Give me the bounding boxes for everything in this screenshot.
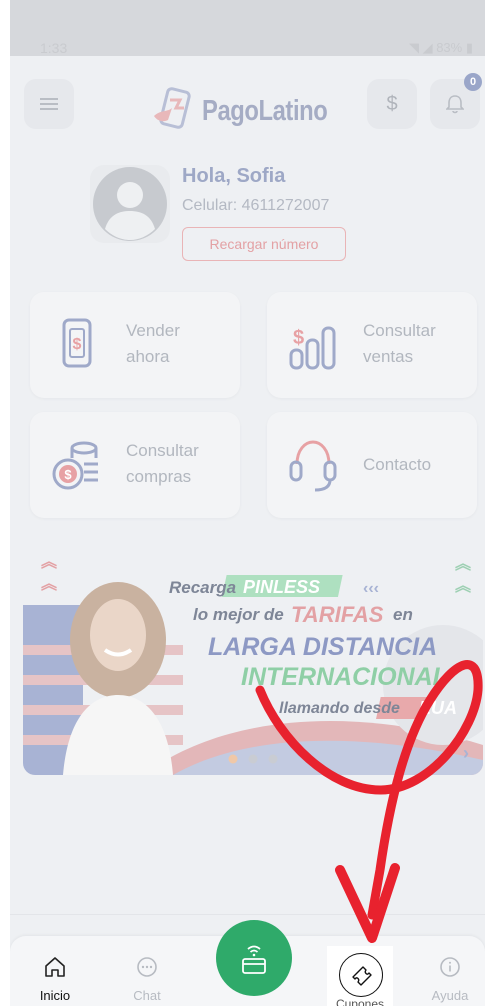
coupon-icon-circle[interactable]: [339, 953, 383, 997]
banner-text-en: en: [393, 605, 413, 624]
svg-text:$: $: [64, 467, 72, 482]
info-icon: [440, 957, 460, 977]
status-icons: ◥ ◢ 83% ▮: [408, 40, 473, 55]
notifications-button[interactable]: 0: [430, 73, 482, 129]
svg-text:‹‹‹: ‹‹‹: [363, 580, 379, 597]
banner-text-mejor: lo mejor de: [193, 605, 284, 624]
nav-chat-label: Chat: [133, 988, 161, 1003]
carousel-dots: [228, 754, 278, 764]
nav-chat[interactable]: Chat: [112, 956, 182, 1003]
brand-name: PagoLatino: [202, 94, 328, 127]
carousel-dot[interactable]: [228, 754, 238, 764]
avatar: [90, 165, 170, 243]
brand-mark-icon: [154, 87, 191, 129]
nav-help[interactable]: Ayuda: [415, 956, 485, 1003]
svg-text:︽: ︽: [41, 554, 57, 571]
sell-now-card[interactable]: $ Vender ahora: [30, 292, 240, 398]
sales-chart-icon: $: [289, 326, 336, 370]
svg-text:︽: ︽: [455, 556, 471, 573]
banner-text-llamando: llamando desde: [279, 700, 400, 717]
app-bar: PagoLatino $ 0: [10, 56, 485, 156]
promo-banner-graphic: ︽ ︽ ︽ ︽ Recarga PINLESS ‹‹‹ lo mejor de …: [23, 545, 483, 775]
banner-text-larga-distancia: LARGA DISTANCIA: [208, 633, 437, 661]
nav-help-label: Ayuda: [431, 988, 469, 1003]
balance-button[interactable]: $: [367, 79, 417, 129]
nfc-card-icon: [242, 945, 266, 974]
greeting: Hola, Sofia: [182, 165, 286, 187]
user-avatar-icon: [93, 167, 167, 241]
dollar-icon: $: [386, 92, 398, 115]
phone-number: Celular: 4611272007: [182, 197, 330, 214]
nav-home-label: Inicio: [39, 988, 71, 1003]
carousel-dot[interactable]: [268, 754, 278, 764]
menu-button[interactable]: [24, 79, 74, 129]
nav-home[interactable]: Inicio: [20, 956, 90, 1003]
home-icon: [45, 957, 65, 977]
nav-coupons-label: Cupones: [335, 997, 385, 1006]
sell-now-label: Vender ahora: [126, 321, 180, 366]
svg-text:$: $: [73, 336, 82, 353]
banner-text-tarifas: TARIFAS: [291, 602, 384, 627]
contact-label: Contacto: [363, 455, 432, 474]
next-slide-icon: ›: [463, 743, 469, 763]
recharge-number-button[interactable]: Recargar número: [182, 227, 346, 261]
banner-text-eua: EUA: [419, 698, 457, 718]
sales-report-label: Consultar ventas: [363, 321, 436, 366]
banner-text-internacional: INTERNACIONAL: [241, 663, 448, 691]
recharge-fab-button[interactable]: [216, 920, 292, 996]
banner-text-pinless: PINLESS: [243, 577, 320, 597]
status-bar: 1:33 ◥ ◢ 83% ▮: [10, 0, 485, 56]
svg-text:$: $: [293, 327, 304, 349]
sales-report-card[interactable]: $ Consultar ventas: [267, 292, 477, 398]
banner-text-recarga: Recarga: [169, 578, 236, 597]
bell-icon: [446, 95, 464, 114]
phone-screen: 1:33 ◥ ◢ 83% ▮ PagoLatino $ 0 Hola, Sofi…: [10, 0, 485, 1006]
headset-icon: [289, 440, 337, 492]
purchases-report-label: Consultar compras: [126, 441, 199, 486]
ticket-icon: [352, 966, 372, 986]
purchases-report-card[interactable]: $ Consultar compras: [30, 412, 240, 518]
carousel-dot[interactable]: [248, 754, 258, 764]
contact-card[interactable]: Contacto: [267, 412, 477, 518]
cash-phone-icon: $: [62, 318, 92, 368]
coins-icon: $: [52, 441, 98, 490]
brand-logo: PagoLatino: [150, 86, 355, 136]
svg-text:︽: ︽: [41, 576, 57, 593]
content-divider: [10, 914, 485, 915]
svg-text:︽: ︽: [455, 578, 471, 595]
notification-badge: 0: [464, 73, 482, 91]
chat-icon: [137, 957, 157, 977]
status-time: 1:33: [40, 40, 68, 56]
promo-banner[interactable]: ︽ ︽ ︽ ︽ Recarga PINLESS ‹‹‹ lo mejor de …: [23, 545, 483, 775]
hamburger-icon: [40, 98, 58, 110]
